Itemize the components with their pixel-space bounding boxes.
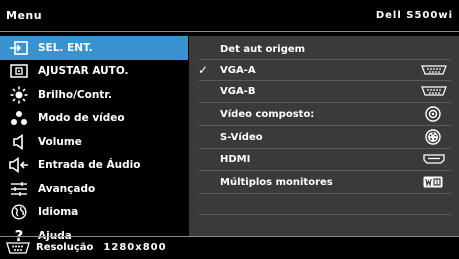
composite-port-icon — [425, 106, 441, 122]
source-row-auto-detect[interactable]: Det aut origem — [189, 39, 459, 59]
row-divider — [199, 170, 451, 171]
source-row-vga-b[interactable]: VGA-B — [189, 81, 459, 101]
sidebar-item-label: AJUSTAR AUTO. — [38, 65, 129, 78]
menu-header: Menu Dell S500wi — [0, 0, 459, 31]
auto-adjust-icon — [9, 62, 29, 80]
source-label: S-Vídeo — [220, 131, 263, 143]
sidebar-item-label: Brilho/Contr. — [38, 88, 112, 101]
source-label: Det aut origem — [220, 43, 306, 55]
check-icon: ✓ — [198, 63, 209, 77]
brightness-icon — [9, 86, 29, 104]
sidebar-item-volume[interactable]: Volume — [0, 130, 188, 154]
model-name: Dell S500wi — [375, 10, 453, 21]
sidebar-item-brightness[interactable]: Brilho/Contr. — [0, 83, 188, 107]
sidebar-item-label: Entrada de Áudio — [38, 159, 141, 172]
row-divider — [199, 125, 451, 126]
sidebar-item-language[interactable]: Idioma — [0, 201, 188, 225]
speaker-icon — [9, 133, 29, 151]
sidebar-item-audio-input[interactable]: Entrada de Áudio — [0, 154, 188, 178]
sidebar-item-label: Avançado — [38, 182, 96, 195]
source-label: VGA-B — [220, 85, 256, 97]
row-divider — [199, 214, 451, 215]
sidebar-item-label: Modo de vídeo — [38, 112, 125, 125]
header-divider — [0, 31, 459, 32]
vga-port-icon — [6, 241, 30, 254]
input-source-panel: Det aut origem ✓ VGA-A VGA-B Vídeo compo… — [189, 36, 459, 236]
input-select-icon — [9, 39, 29, 57]
menu-title: Menu — [6, 9, 43, 22]
hdmi-port-icon — [423, 154, 445, 164]
s-video-port-icon — [425, 129, 441, 145]
sidebar-item-advanced[interactable]: Avançado — [0, 177, 188, 201]
vga-port-icon — [421, 65, 447, 75]
resolution-value: 1280x800 — [103, 242, 167, 253]
audio-input-icon — [9, 156, 29, 174]
sidebar: SEL. ENT. AJUSTAR AUTO. Brilho/Contr. Mo… — [0, 36, 188, 248]
source-label: Múltiplos monitores — [220, 176, 333, 188]
status-footer: Resolução 1280x800 — [0, 236, 459, 259]
source-row-s-video[interactable]: S-Vídeo — [189, 127, 459, 147]
sidebar-item-video-mode[interactable]: Modo de vídeo — [0, 107, 188, 131]
source-row-composite[interactable]: Vídeo composto: — [189, 104, 459, 124]
source-row-vga-a[interactable]: ✓ VGA-A — [189, 60, 459, 80]
source-label: HDMI — [220, 153, 251, 165]
sidebar-item-auto-adjust[interactable]: AJUSTAR AUTO. — [0, 60, 188, 84]
multi-display-icon — [423, 176, 443, 188]
source-label: Vídeo composto: — [220, 108, 315, 120]
sidebar-item-input-select[interactable]: SEL. ENT. — [0, 36, 188, 60]
sidebar-item-label: Volume — [38, 135, 82, 148]
row-divider — [199, 102, 451, 103]
resolution-label: Resolução — [36, 242, 94, 253]
globe-icon — [9, 203, 29, 221]
source-row-multi-display[interactable]: Múltiplos monitores — [189, 172, 459, 192]
sidebar-item-label: Idioma — [38, 206, 79, 219]
video-mode-icon — [9, 109, 29, 127]
source-label: VGA-A — [220, 64, 256, 76]
projector-osd-menu: Menu Dell S500wi SEL. ENT. AJUSTAR AUTO.… — [0, 0, 459, 259]
source-row-hdmi[interactable]: HDMI — [189, 149, 459, 169]
vga-port-icon — [421, 86, 447, 96]
advanced-sliders-icon — [9, 180, 29, 198]
row-divider — [199, 193, 451, 194]
sidebar-item-label: SEL. ENT. — [38, 41, 93, 54]
